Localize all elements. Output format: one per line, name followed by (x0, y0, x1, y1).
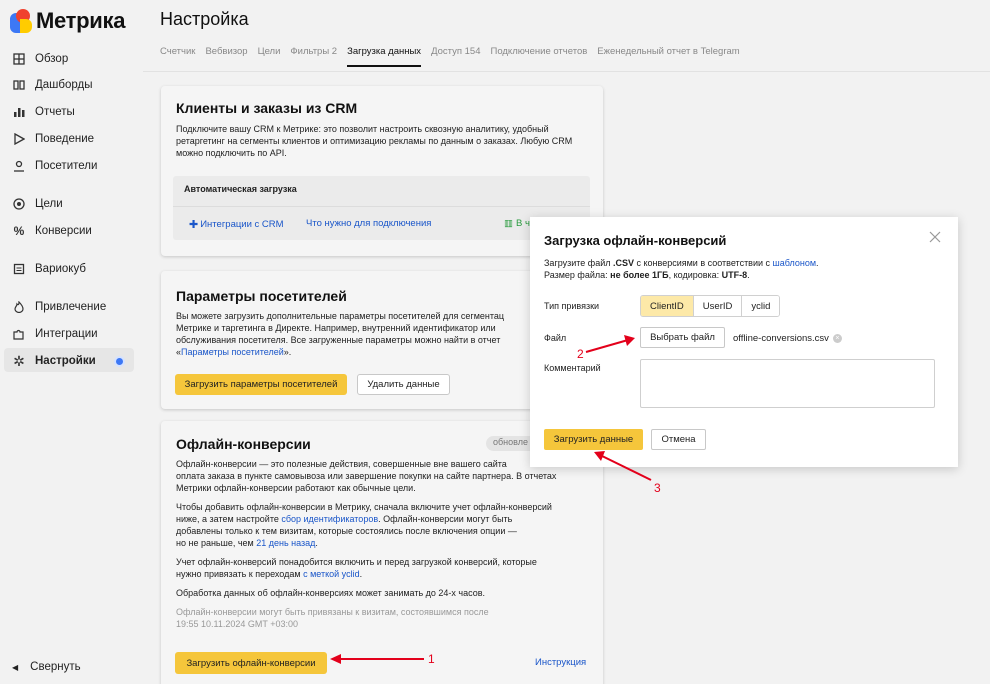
annotation-label-1: 1 (428, 652, 435, 666)
arrow-3 (594, 451, 652, 481)
annotation-label-2: 2 (577, 347, 584, 361)
arrow-1 (330, 654, 424, 664)
annotation-label-3: 3 (654, 481, 661, 495)
annotation-arrows (330, 335, 652, 664)
arrow-2 (585, 335, 635, 353)
